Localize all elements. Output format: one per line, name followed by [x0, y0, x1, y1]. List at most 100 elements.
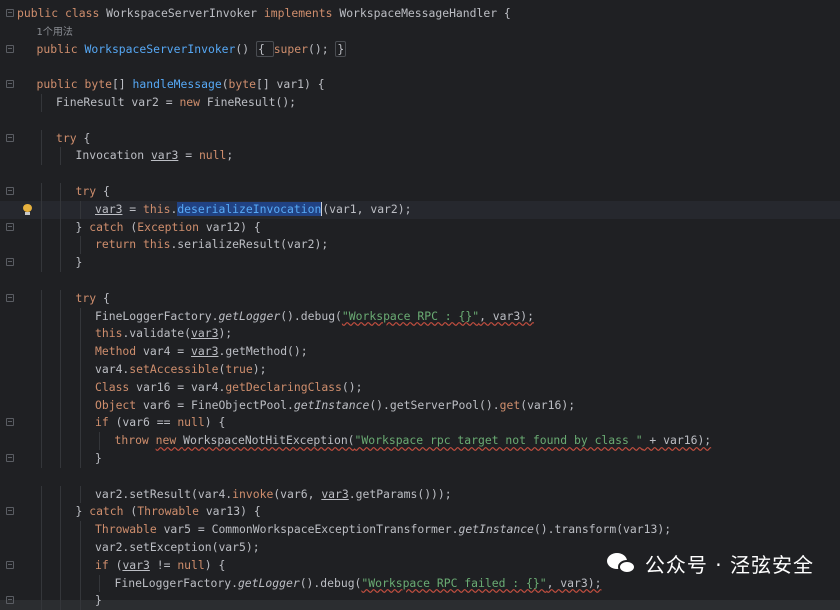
- code-line[interactable]: try {: [0, 289, 840, 308]
- indent-guide: [99, 574, 100, 593]
- fold-toggle-icon[interactable]: [6, 44, 14, 53]
- fold-toggle-icon[interactable]: [6, 454, 14, 462]
- code-token: }: [335, 40, 347, 57]
- code-line[interactable]: var2.setResult(var4.invoke(var6, var3.ge…: [0, 485, 840, 504]
- lightbulb-icon[interactable]: [23, 203, 32, 215]
- indent-guide: [60, 147, 61, 166]
- fold-toggle-icon[interactable]: [6, 80, 14, 89]
- fold-toggle-icon[interactable]: [6, 560, 14, 569]
- code-line[interactable]: public WorkspaceServerInvoker() { super(…: [0, 40, 840, 59]
- indent-guide: [60, 378, 61, 397]
- code-token: this: [95, 326, 123, 341]
- code-token: true: [225, 362, 253, 376]
- code-line[interactable]: }: [0, 450, 840, 468]
- code-line[interactable]: FineResult var2 = new FineResult();: [0, 94, 840, 112]
- indent-guide: [60, 343, 61, 361]
- code-token: getInstance: [458, 522, 534, 537]
- code-token: deserializeInvocation: [177, 201, 322, 216]
- code-token: WorkspaceServerInvoker: [84, 41, 236, 56]
- code-line[interactable]: Class var16 = var4.getDeclaringClass();: [0, 378, 840, 397]
- code-token: .getParams()));: [348, 486, 452, 501]
- code-token: ) {: [204, 557, 226, 572]
- fold-toggle-icon[interactable]: [6, 187, 14, 195]
- code-token: =: [178, 148, 199, 163]
- code-line[interactable]: try {: [0, 129, 840, 148]
- usage-hint[interactable]: 1个用法: [37, 27, 73, 38]
- fold-toggle-icon[interactable]: [6, 418, 14, 427]
- code-line[interactable]: } catch (Exception var12) {: [0, 218, 840, 237]
- code-line[interactable]: [0, 58, 840, 76]
- indent-guide: [40, 343, 42, 361]
- fold-toggle-icon[interactable]: [6, 258, 14, 267]
- code-token: handleMessage: [132, 77, 222, 92]
- code-text: }: [95, 450, 102, 468]
- indent-guide: [40, 94, 42, 112]
- fold-toggle-icon[interactable]: [6, 507, 14, 516]
- code-token: var3: [191, 344, 219, 359]
- code-line[interactable]: Method var4 = var3.getMethod();: [0, 343, 840, 361]
- code-line[interactable]: [0, 112, 840, 130]
- code-token: [] var1) {: [255, 77, 325, 92]
- code-line[interactable]: } catch (Throwable var13) {: [0, 503, 840, 522]
- code-token: .serializeResult(var2);: [170, 237, 329, 252]
- fold-toggle-icon[interactable]: [6, 596, 14, 605]
- code-line[interactable]: }: [0, 592, 840, 610]
- code-token: Invocation: [75, 148, 151, 163]
- code-line[interactable]: [0, 468, 840, 486]
- code-area[interactable]: public class WorkspaceServerInvoker impl…: [0, 0, 840, 610]
- code-line[interactable]: [0, 165, 840, 183]
- indent-guide: [40, 147, 42, 166]
- indent-guide: [40, 289, 42, 308]
- code-token: "Workspace rpc target not found by class…: [354, 433, 643, 448]
- code-token: try: [56, 130, 84, 145]
- wechat-icon: [606, 551, 637, 577]
- code-text: Method var4 = var3.getMethod();: [95, 343, 308, 361]
- code-line[interactable]: 1个用法: [0, 23, 840, 41]
- code-line[interactable]: throw new WorkspaceNotHitException("Work…: [0, 432, 840, 450]
- code-line[interactable]: var3 = this.deserializeInvocation(var1, …: [0, 200, 840, 219]
- fold-toggle-icon[interactable]: [6, 293, 14, 302]
- code-line[interactable]: var4.setAccessible(true);: [0, 361, 840, 379]
- code-line[interactable]: public class WorkspaceServerInvoker impl…: [0, 5, 840, 23]
- code-line[interactable]: Throwable var5 = CommonWorkspaceExceptio…: [0, 521, 840, 539]
- code-token: this: [143, 237, 171, 252]
- code-token: FineLoggerFactory.: [114, 575, 238, 590]
- indent-guide: [40, 396, 42, 415]
- code-token: if: [95, 557, 116, 572]
- code-line[interactable]: Object var6 = FineObjectPool.getInstance…: [0, 396, 840, 415]
- code-line[interactable]: try {: [0, 183, 840, 201]
- code-text: if (var3 != null) {: [95, 557, 225, 575]
- code-line[interactable]: public byte[] handleMessage(byte[] var1)…: [0, 76, 840, 94]
- code-editor[interactable]: public class WorkspaceServerInvoker impl…: [0, 0, 840, 610]
- code-line[interactable]: Invocation var3 = null;: [0, 147, 840, 166]
- code-text: }: [76, 254, 83, 272]
- indent-guide: [60, 450, 61, 468]
- code-token: null: [177, 415, 205, 430]
- indent-guide: [40, 503, 42, 522]
- indent-guide: [79, 378, 81, 397]
- indent-guide: [40, 539, 42, 557]
- indent-guide: [79, 307, 81, 326]
- code-line[interactable]: }: [0, 254, 840, 272]
- indent-guide: [60, 218, 61, 237]
- code-token: getDeclaringClass: [225, 379, 342, 394]
- indent-guide: [79, 450, 81, 468]
- code-token: get: [499, 397, 521, 412]
- code-line[interactable]: [0, 272, 840, 290]
- code-token: var16 = var4.: [136, 379, 226, 394]
- code-token: {: [83, 130, 91, 145]
- fold-toggle-icon[interactable]: [6, 9, 14, 17]
- indent-guide: [40, 218, 42, 237]
- code-token: );: [218, 326, 233, 341]
- code-token: try: [75, 290, 103, 305]
- code-line[interactable]: if (var6 == null) {: [0, 414, 840, 433]
- indent-guide: [60, 485, 61, 504]
- code-token: []: [111, 77, 133, 92]
- code-line[interactable]: this.validate(var3);: [0, 325, 840, 344]
- code-line[interactable]: return this.serializeResult(var2);: [0, 236, 840, 255]
- code-text: } catch (Throwable var13) {: [76, 503, 261, 521]
- fold-toggle-icon[interactable]: [6, 222, 14, 231]
- code-line[interactable]: FineLoggerFactory.getLogger().debug("Wor…: [0, 307, 840, 326]
- indent-guide: [40, 361, 42, 379]
- fold-toggle-icon[interactable]: [6, 133, 14, 142]
